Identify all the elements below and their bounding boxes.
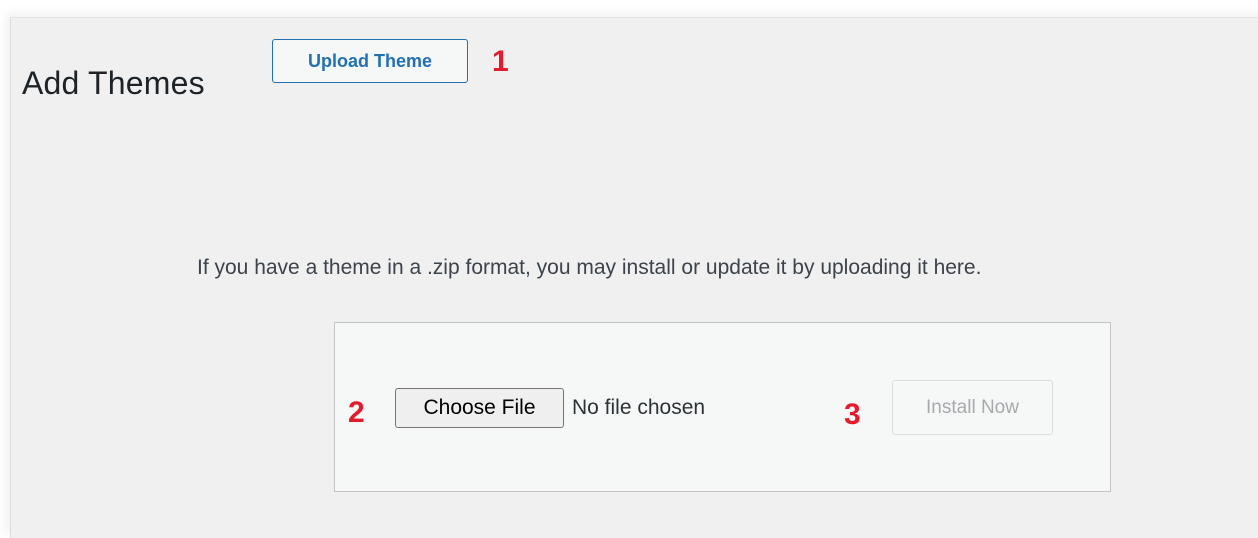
annotation-marker-2: 2 <box>348 396 365 429</box>
file-status-text: No file chosen <box>572 396 706 419</box>
page-title: Add Themes <box>22 65 205 102</box>
choose-file-button[interactable]: Choose File <box>395 388 564 428</box>
annotation-marker-1: 1 <box>492 45 509 78</box>
upload-theme-button[interactable]: Upload Theme <box>272 39 468 83</box>
annotation-marker-3: 3 <box>844 398 861 431</box>
upload-description: If you have a theme in a .zip format, yo… <box>197 256 982 279</box>
install-now-button[interactable]: Install Now <box>892 380 1053 435</box>
